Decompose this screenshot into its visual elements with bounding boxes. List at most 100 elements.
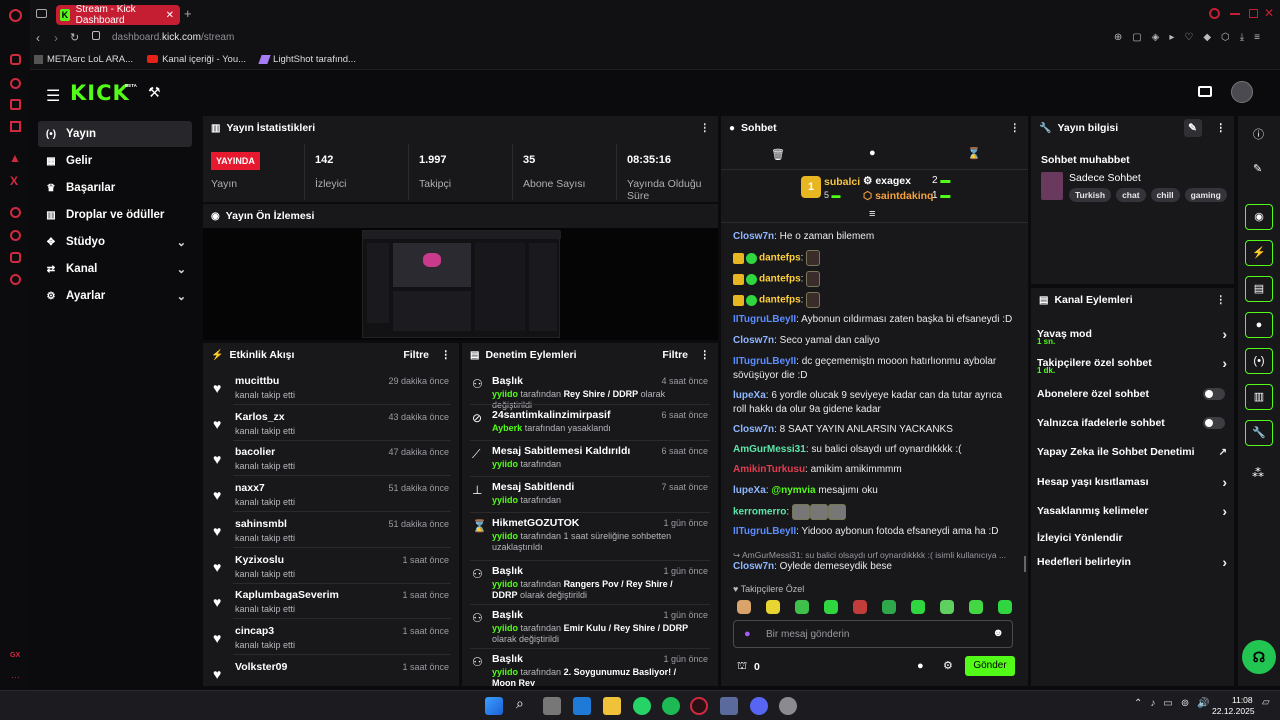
follower-name[interactable]: naxx7 <box>235 482 265 494</box>
chevron-right-icon[interactable]: › <box>1222 474 1227 490</box>
channel-action-item[interactable]: Yasaklanmış kelimeler › <box>1037 497 1227 525</box>
channel-action-item[interactable]: Yavaş mod 1 sn. › <box>1037 320 1227 348</box>
emote[interactable] <box>827 504 846 520</box>
sidebar-item-droplar[interactable]: ▥ Droplar ve ödüller <box>38 202 192 228</box>
chevron-down-icon[interactable]: ⌄ <box>177 236 186 249</box>
follower-name[interactable]: Kyzixoslu <box>235 554 284 566</box>
edit-icon[interactable]: ✎ <box>1183 119 1202 137</box>
tag[interactable]: chat <box>1116 188 1146 202</box>
top-gifter-name[interactable]: ⚙ exagex <box>863 175 911 187</box>
emoji-icon[interactable]: ☻ <box>992 627 1004 639</box>
more-icon[interactable]: ··· <box>11 672 20 682</box>
chat-message[interactable]: lupeXa: 6 yordle olucak 9 seviyeye kadar… <box>733 389 1013 417</box>
chevron-right-icon[interactable]: › <box>1222 326 1227 342</box>
gx-label[interactable]: GX <box>10 652 20 659</box>
follower-name[interactable]: sahinsmbl <box>235 518 287 530</box>
rail-chat-button[interactable]: ● <box>1245 312 1273 338</box>
sidebar-item-kanal[interactable]: ⇄ Kanal ⌄ <box>38 256 192 282</box>
activity-item[interactable]: ♥ mucittbu kanalı takip etti 29 dakika ö… <box>203 371 459 407</box>
tag[interactable]: chill <box>1150 188 1180 202</box>
chat-username[interactable]: Closw7n <box>733 335 774 346</box>
chat-username[interactable]: AmGurMessi31 <box>733 444 806 455</box>
sidebar-item-yayin[interactable]: (•) Yayın <box>38 121 192 147</box>
toggle-switch[interactable] <box>1203 388 1225 400</box>
send-button[interactable]: Gönder <box>965 656 1015 676</box>
chat-message[interactable]: IITugruLBeyII: Aybonun cıldırması zaten … <box>733 313 1013 327</box>
new-tab-button[interactable]: + <box>184 6 192 21</box>
close-tab-icon[interactable]: ✕ <box>166 10 174 21</box>
chat-username[interactable]: AmikinTurkusu <box>733 464 805 475</box>
mic-icon[interactable]: ● <box>744 628 751 640</box>
chat-username[interactable]: Closw7n <box>733 231 774 242</box>
chat-message[interactable]: lupeXa: @nymvia mesajımı oku <box>733 484 1013 498</box>
forward-icon[interactable]: › <box>54 31 58 45</box>
rail-preview-button[interactable]: ◉ <box>1245 204 1273 230</box>
moderation-subject[interactable]: Başlık <box>492 609 523 621</box>
chat-username[interactable]: Closw7n <box>733 424 774 435</box>
filter-button[interactable]: Filtre <box>662 349 688 361</box>
chat-message[interactable]: IITugruLBeyII: Yidooo aybonun fotoda efs… <box>733 525 1013 539</box>
start-icon[interactable] <box>485 697 503 715</box>
store-icon[interactable] <box>543 697 561 715</box>
support-button[interactable]: ☊ <box>1242 640 1276 674</box>
moderator-name[interactable]: yyiido <box>492 389 518 399</box>
emote[interactable] <box>998 600 1012 614</box>
shop-icon[interactable] <box>1198 86 1212 97</box>
moderation-subject[interactable]: Mesaj Sabitlemesi Kaldırıldı <box>492 445 630 457</box>
emote[interactable] <box>806 250 821 266</box>
maximize-icon[interactable] <box>1249 9 1258 18</box>
moderation-subject[interactable]: Başlık <box>492 565 523 577</box>
avatar[interactable] <box>1231 81 1253 103</box>
moderation-subject[interactable]: Başlık <box>492 653 523 665</box>
extensions-icon[interactable] <box>10 252 21 263</box>
channel-action-item[interactable]: Hedefleri belirleyin › <box>1037 548 1227 576</box>
emote[interactable] <box>940 600 954 614</box>
chat-message[interactable]: AmikinTurkusu: amikim amikimmmm <box>733 463 1013 477</box>
search-tabs-icon[interactable] <box>1209 8 1220 19</box>
twitch-icon[interactable] <box>10 99 21 110</box>
hamburger-menu-icon[interactable]: ☰ <box>46 86 60 106</box>
spotify-icon[interactable] <box>662 697 680 715</box>
settings-icon[interactable] <box>10 274 21 285</box>
sidebar-item-gelir[interactable]: ▦ Gelir <box>38 148 192 174</box>
emote[interactable] <box>806 292 821 308</box>
activity-item[interactable]: ♥ naxx7 kanalı takip etti 51 dakika önce <box>203 478 459 514</box>
moderation-subject[interactable]: Başlık <box>492 375 523 387</box>
messenger-icon[interactable] <box>10 78 21 89</box>
top-gifter-name[interactable]: ⬡ saintdakinq <box>863 190 933 202</box>
external-link-icon[interactable]: ↗ <box>1219 447 1227 458</box>
follower-name[interactable]: mucittbu <box>235 375 279 387</box>
emote[interactable] <box>766 600 780 614</box>
channel-action-item[interactable]: Yapay Zeka ile Sohbet Denetimi ↗ <box>1037 438 1227 466</box>
tag[interactable]: gaming <box>1184 188 1227 202</box>
chat-message[interactable]: dantefps: <box>733 271 1013 287</box>
url-field[interactable]: dashboard.kick.com/stream <box>112 32 234 43</box>
activity-item[interactable]: ♥ sahinsmbl kanalı takip etti 51 dakika … <box>203 514 459 550</box>
follower-name[interactable]: Volkster09 <box>235 661 287 673</box>
activity-item[interactable]: ♥ Volkster09 1 saat önce <box>203 657 459 686</box>
moderator-name[interactable]: Ayberk <box>492 423 522 433</box>
gear-icon[interactable]: ⚙ <box>943 659 953 672</box>
emote[interactable] <box>791 504 810 520</box>
follower-name[interactable]: KaplumbagaSeverim <box>235 589 339 601</box>
chat-settings-bubble-icon[interactable]: ● <box>917 660 924 672</box>
points-icon[interactable]: ⛫ <box>737 660 747 674</box>
rail-moderation-button[interactable]: ▤ <box>1245 276 1273 302</box>
sidebar-item-studyo[interactable]: ✥ Stüdyo ⌄ <box>38 229 192 255</box>
activity-item[interactable]: ♥ cincap3 kanalı takip etti 1 saat önce <box>203 621 459 657</box>
chat-message[interactable]: Closw7n: He o zaman bilemem <box>733 230 1013 244</box>
minimize-icon[interactable] <box>1230 13 1240 15</box>
emote[interactable] <box>882 600 896 614</box>
sidebar-item-basarilar[interactable]: ♛ Başarılar <box>38 175 192 201</box>
moderation-subject[interactable]: 24santimkalinzimirpasif <box>492 409 610 421</box>
channel-action-item[interactable]: Yalnızca ifadelerle sohbet <box>1037 409 1227 437</box>
x-icon[interactable]: X <box>10 174 18 188</box>
chat-message[interactable]: Closw7n: Oylede demeseydik bese <box>733 560 1013 574</box>
chevron-right-icon[interactable]: › <box>1222 554 1227 570</box>
opera-logo-icon[interactable] <box>9 9 22 22</box>
whatsapp-icon[interactable] <box>633 697 651 715</box>
emote[interactable] <box>911 600 925 614</box>
stream-preview-image[interactable] <box>362 230 561 338</box>
emote[interactable] <box>853 600 867 614</box>
steam-icon[interactable] <box>779 697 797 715</box>
